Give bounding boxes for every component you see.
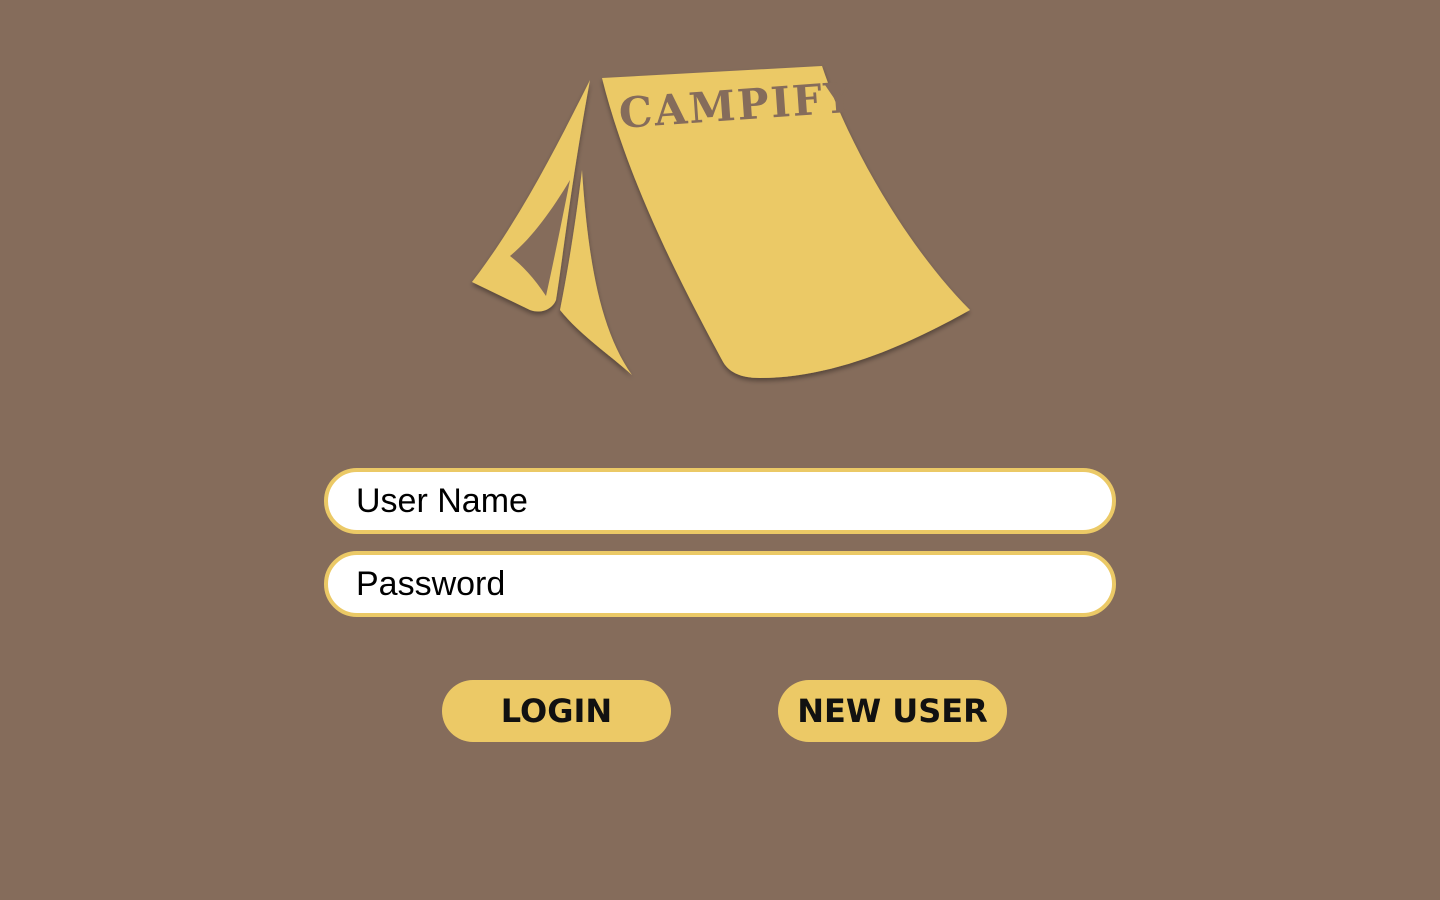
password-input[interactable]	[324, 551, 1116, 617]
new-user-button[interactable]: NEW USER	[778, 680, 1007, 742]
tent-icon: CAMPIFY	[472, 66, 970, 378]
campify-logo: CAMPIFY	[460, 60, 980, 390]
login-button[interactable]: LOGIN	[442, 680, 671, 742]
username-input[interactable]	[324, 468, 1116, 534]
